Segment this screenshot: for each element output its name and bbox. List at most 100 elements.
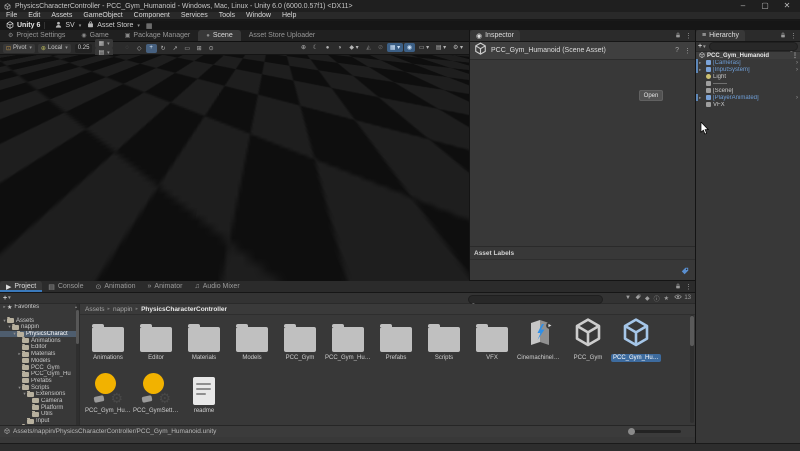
- search-by-type-icon[interactable]: ▼: [625, 295, 631, 301]
- prefab-open-arrow-icon[interactable]: ›: [796, 60, 798, 66]
- lock-icon[interactable]: [780, 32, 786, 40]
- kebab-menu-icon[interactable]: ⋮: [685, 283, 692, 291]
- tab-project[interactable]: ▶Project: [0, 281, 42, 292]
- overlay-rect-icon[interactable]: ▭: [52, 267, 62, 276]
- scene-object-green-platform[interactable]: [122, 55, 178, 60]
- menu-edit[interactable]: Edit: [28, 12, 40, 19]
- breadcrumb-nappin[interactable]: nappin: [113, 306, 133, 313]
- expand-arrow-icon[interactable]: ▸: [699, 95, 701, 101]
- tree-item-pcc-gym[interactable]: PCC_Gym: [0, 364, 79, 371]
- perspective-label[interactable]: < Persp: [436, 87, 457, 93]
- fx-toggle-icon[interactable]: ◑: [334, 43, 345, 52]
- grid-visibility-icon[interactable]: ⊕: [298, 43, 309, 52]
- asset-prefabs[interactable]: Prefabs: [372, 316, 420, 369]
- tree-item-models[interactable]: Models: [0, 358, 79, 365]
- overlay-handle-icon[interactable]: ⋮: [8, 267, 18, 276]
- expand-arrow-icon[interactable]: ▸: [699, 60, 701, 66]
- tree-item-nappin[interactable]: ▾nappin: [0, 324, 79, 331]
- tab-inspector[interactable]: ◉ Inspector: [470, 30, 520, 41]
- asset-models[interactable]: Models: [228, 316, 276, 369]
- lighting-toggle-icon[interactable]: ☾: [310, 43, 321, 52]
- project-search-input[interactable]: [468, 295, 603, 304]
- expand-arrow-icon[interactable]: ▸: [699, 67, 701, 73]
- create-asset-dropdown[interactable]: + ▾: [3, 295, 11, 302]
- tree-item-camera[interactable]: Camera: [0, 398, 79, 405]
- view-hand-tool-icon[interactable]: ◇: [134, 44, 145, 53]
- tab-package-manager[interactable]: ▣Package Manager: [117, 30, 199, 41]
- asset-readme[interactable]: readme: [180, 369, 228, 422]
- tree-item-scripts[interactable]: ▾Scripts: [0, 384, 79, 391]
- thumbnail-zoom-slider[interactable]: [629, 430, 681, 433]
- title-bar[interactable]: PhysicsCharacterController - PCC_Gym_Hum…: [0, 0, 800, 12]
- hidden-packages-counter[interactable]: 13: [674, 293, 691, 303]
- asset-pcc-gym-human[interactable]: ⚙PCC_Gym_Human...: [84, 369, 132, 422]
- lock-icon[interactable]: [675, 32, 681, 40]
- overlay-add-icon[interactable]: ⊕: [96, 267, 106, 276]
- ghost-tool-icon[interactable]: ◌: [122, 44, 133, 53]
- grid-snapping-dropdown[interactable]: ▦ ▾: [387, 43, 403, 52]
- menu-help[interactable]: Help: [282, 12, 296, 19]
- overlay-move-icon[interactable]: +: [19, 267, 29, 276]
- tree-scrollbar[interactable]: ▴: [76, 304, 79, 425]
- tree-item-prefabs[interactable]: Prefabs: [0, 378, 79, 385]
- asset-scripts[interactable]: Scripts: [420, 316, 468, 369]
- activity-progress-icon[interactable]: [775, 445, 782, 451]
- custom-tool-icon[interactable]: ⊙: [206, 44, 217, 53]
- transform-tool-icon[interactable]: ⊞: [194, 44, 205, 53]
- breadcrumb[interactable]: Assets▸nappin▸PhysicsCharacterController: [80, 304, 695, 315]
- help-icon[interactable]: ?: [675, 47, 679, 55]
- asset-vfx[interactable]: VFX: [468, 316, 516, 369]
- minimize-button[interactable]: –: [732, 0, 754, 12]
- move-tool-icon[interactable]: +: [146, 44, 157, 53]
- hierarchy-item-playeranimated[interactable]: ▸[PlayerAnimated]›: [696, 94, 800, 101]
- asset-pcc-gym-human[interactable]: PCC_Gym_Human...: [612, 316, 660, 369]
- asset-pcc-gym[interactable]: PCC_Gym: [564, 316, 612, 369]
- scene-viewport[interactable]: < Persp ⋮+↻↗▭⊞▦◎⊕: [0, 55, 469, 281]
- maximize-button[interactable]: ▢: [754, 0, 776, 12]
- 2d-toggle-icon[interactable]: ◭: [363, 43, 374, 52]
- scene-options-icon[interactable]: ⋮: [792, 52, 798, 59]
- menu-window[interactable]: Window: [246, 12, 271, 19]
- asset-store-dropdown[interactable]: Asset Store ▾: [87, 21, 140, 30]
- rotate-tool-icon[interactable]: ↻: [158, 44, 169, 53]
- close-button[interactable]: ✕: [776, 0, 798, 12]
- tab-scene[interactable]: ●Scene: [198, 30, 240, 41]
- menu-component[interactable]: Component: [134, 12, 170, 19]
- asset-editor[interactable]: Editor: [132, 316, 180, 369]
- menu-tools[interactable]: Tools: [219, 12, 235, 19]
- content-scrollbar[interactable]: [690, 315, 694, 423]
- gizmos-dropdown[interactable]: ⚙ ▾: [450, 43, 466, 52]
- account-dropdown[interactable]: SV ▾: [55, 21, 81, 30]
- overlay-search-icon[interactable]: ◎: [85, 267, 95, 276]
- create-object-dropdown[interactable]: + ▾: [698, 43, 706, 50]
- window-grid-button[interactable]: ▦: [146, 22, 153, 30]
- asset-materials[interactable]: Materials: [180, 316, 228, 369]
- hierarchy-scene-pcc-gym-humanoid[interactable]: PCC_Gym_Humanoid⋮: [696, 52, 800, 59]
- hierarchy-search-input[interactable]: [709, 42, 798, 51]
- tree-item-editor[interactable]: Editor: [0, 344, 79, 351]
- search-by-label-icon[interactable]: [635, 294, 641, 302]
- breadcrumb-assets[interactable]: Assets: [85, 306, 105, 313]
- rect-tool-icon[interactable]: ▭: [182, 44, 193, 53]
- skybox-toggle-icon[interactable]: ●: [322, 43, 333, 52]
- menu-file[interactable]: File: [6, 12, 17, 19]
- lock-icon[interactable]: [675, 283, 681, 291]
- prefab-open-arrow-icon[interactable]: ›: [796, 67, 798, 73]
- hierarchy-item-scene[interactable]: [Scene]: [696, 87, 800, 94]
- tree-item-assets[interactable]: ▾Assets: [0, 317, 79, 324]
- unity-version-badge[interactable]: Unity 6: [6, 21, 40, 31]
- handle-rotation-dropdown[interactable]: ⊕ Local ▾: [38, 44, 71, 53]
- tab-animator[interactable]: »Animator: [142, 281, 189, 292]
- scale-tool-icon[interactable]: ↗: [170, 44, 181, 53]
- asset-pcc-gym[interactable]: PCC_Gym: [276, 316, 324, 369]
- component-dropdown[interactable]: ▭ ▾: [416, 43, 432, 52]
- tree-item-pcc-gym-hu[interactable]: PCC_Gym_Hu: [0, 371, 79, 378]
- tab-hierarchy[interactable]: ≡ Hierarchy: [696, 30, 745, 41]
- overlay-snap-icon[interactable]: ▦: [74, 267, 84, 276]
- breadcrumb-physicscharactercontroller[interactable]: PhysicsCharacterController: [141, 306, 227, 313]
- overlay-scale-icon[interactable]: ↗: [41, 267, 51, 276]
- hierarchy-item-vfx[interactable]: VFX: [696, 101, 800, 108]
- prefab-open-arrow-icon[interactable]: ›: [796, 95, 798, 101]
- tab-animation[interactable]: ⊙Animation: [90, 281, 142, 292]
- kebab-menu-icon[interactable]: ⋮: [685, 32, 692, 40]
